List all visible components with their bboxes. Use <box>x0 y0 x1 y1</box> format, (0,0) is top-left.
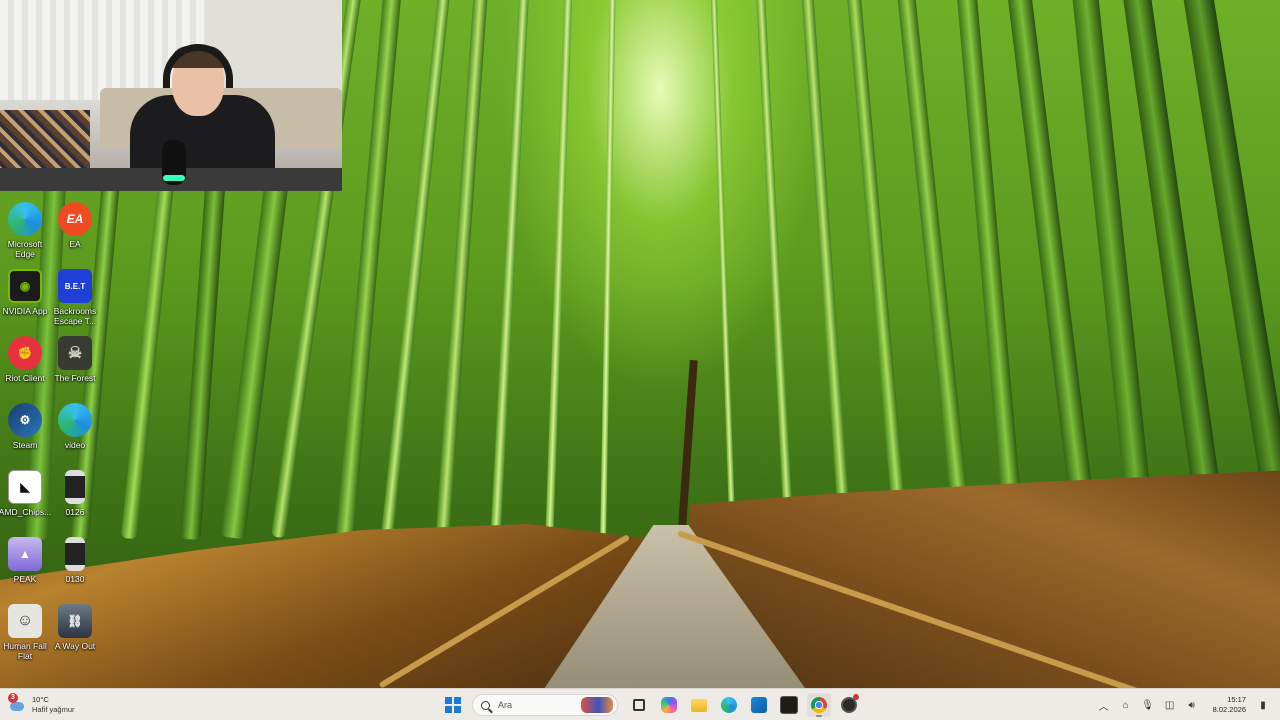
nvidia-icon: ◉ <box>8 269 42 303</box>
dark-app-button[interactable] <box>777 693 801 717</box>
ea-icon: EA <box>58 202 92 236</box>
amd-icon: ◣ <box>8 470 42 504</box>
backrooms-icon: B.E.T <box>58 269 92 303</box>
riot-icon: ✊ <box>8 336 42 370</box>
edge-icon <box>721 697 737 713</box>
desktop-icon-0126[interactable]: 0126 <box>50 470 100 534</box>
video-file-icon <box>65 470 85 504</box>
skull-icon: ☠ <box>58 336 92 370</box>
weather-widget[interactable]: 3 10°C Hafif yağmur <box>8 692 75 718</box>
store-button[interactable] <box>747 693 771 717</box>
desktop-icon-backrooms[interactable]: B.E.T Backrooms Escape T... <box>50 269 100 333</box>
desktop-icon-humanfall[interactable]: ☺ Human Fall Flat <box>0 604 50 668</box>
edge-icon <box>8 202 42 236</box>
store-icon <box>751 697 767 713</box>
network-icon[interactable]: ⌂ <box>1119 698 1133 712</box>
search-icon <box>481 700 490 710</box>
human-fall-flat-icon: ☺ <box>8 604 42 638</box>
app-icon <box>780 696 798 714</box>
notification-badge: 3 <box>8 693 18 703</box>
desktop-icon-edge[interactable]: Microsoft Edge <box>0 202 50 266</box>
wifi-icon[interactable]: ◫ <box>1163 698 1177 712</box>
start-button[interactable] <box>441 693 465 717</box>
chevron-up-icon[interactable]: ︿ <box>1097 698 1111 713</box>
desktop-icon-0130[interactable]: 0130 <box>50 537 100 601</box>
taskbar: 3 10°C Hafif yağmur Ara ︿ ⌂ 🎙︎ ◫ 🔊︎ 15:1… <box>0 688 1280 720</box>
clock[interactable]: 15:17 8.02.2026 <box>1213 695 1246 715</box>
copilot-icon <box>661 697 677 713</box>
desktop-icon-steam[interactable]: ⚙ Steam <box>0 403 50 467</box>
microphone-icon[interactable]: 🎙︎ <box>1141 698 1155 712</box>
desktop-icon-amd[interactable]: ◣ AMD_Chips... <box>0 470 51 534</box>
desktop-icon-wayout[interactable]: ⛓ A Way Out <box>50 604 100 668</box>
file-explorer-button[interactable] <box>687 693 711 717</box>
webcam-overlay <box>0 0 342 191</box>
weather-temperature: 10°C <box>32 695 49 704</box>
edge-taskbar-button[interactable] <box>717 693 741 717</box>
desktop-icon-ea[interactable]: EA EA <box>50 202 100 266</box>
task-view-button[interactable] <box>627 693 651 717</box>
clock-time: 15:17 <box>1227 695 1246 704</box>
search-placeholder: Ara <box>498 700 513 710</box>
edge-file-icon <box>58 403 92 437</box>
mountain-icon: ▲ <box>8 537 42 571</box>
notification-bell-icon[interactable]: ▮ <box>1258 698 1268 712</box>
chrome-icon <box>811 697 827 713</box>
steam-icon: ⚙ <box>8 403 42 437</box>
video-file-icon <box>65 537 85 571</box>
task-view-icon <box>633 699 645 711</box>
desktop-icon-forest[interactable]: ☠ The Forest <box>50 336 100 400</box>
folder-icon <box>691 698 707 712</box>
desktop-icon-video[interactable]: video <box>50 403 100 467</box>
system-tray: ︿ ⌂ 🎙︎ ◫ 🔊︎ 15:17 8.02.2026 ▮ <box>1093 692 1272 718</box>
volume-icon[interactable]: 🔊︎ <box>1185 698 1199 712</box>
search-box[interactable]: Ara <box>472 694 618 716</box>
taskbar-apps: Ara <box>438 692 864 718</box>
cloud-rain-icon: 3 <box>8 693 26 713</box>
copilot-button[interactable] <box>657 693 681 717</box>
desktop-icon-peak[interactable]: ▲ PEAK <box>0 537 50 601</box>
notification-dot <box>853 694 859 700</box>
search-highlight-art <box>581 697 613 713</box>
chrome-button[interactable] <box>807 693 831 717</box>
desktop-icon-riot[interactable]: ✊ Riot Client <box>0 336 50 400</box>
clock-date: 8.02.2026 <box>1212 705 1246 714</box>
weather-condition: Hafif yağmur <box>32 705 75 714</box>
obs-button[interactable] <box>837 693 861 717</box>
a-way-out-icon: ⛓ <box>58 604 92 638</box>
windows-start-icon <box>445 697 461 713</box>
desktop-icon-nvidia[interactable]: ◉ NVIDIA App <box>0 269 50 333</box>
